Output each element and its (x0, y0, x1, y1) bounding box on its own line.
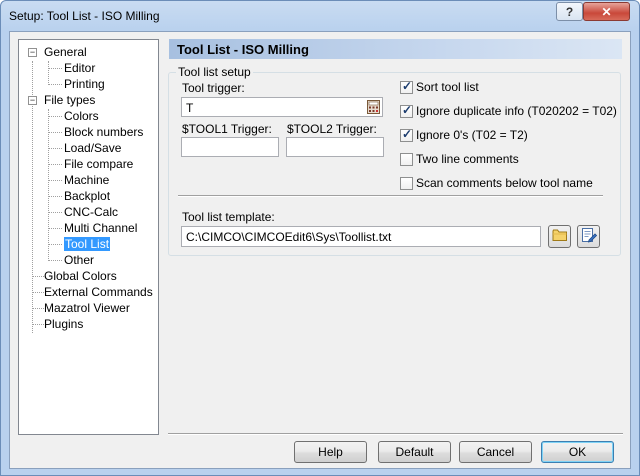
tree-item-backplot[interactable]: Backplot (64, 189, 110, 204)
two-line-comments-label[interactable]: Two line comments (416, 152, 519, 166)
tree-item-global-colors[interactable]: Global Colors (44, 269, 117, 284)
calculator-icon[interactable] (367, 100, 380, 114)
default-button[interactable]: Default (378, 441, 451, 463)
tree-item-machine[interactable]: Machine (64, 173, 109, 188)
window-title: Setup: Tool List - ISO Milling (9, 9, 160, 23)
edit-template-button[interactable] (577, 225, 600, 248)
two-line-comments-checkbox[interactable] (400, 153, 413, 166)
tree-line (48, 116, 62, 117)
template-path-input[interactable]: C:\CIMCO\CIMCOEdit6\Sys\Toollist.txt (181, 226, 541, 247)
ignore-duplicate-checkbox[interactable] (400, 103, 413, 118)
tree-item-cnc-calc[interactable]: CNC-Calc (64, 205, 118, 220)
ok-button[interactable]: OK (541, 441, 614, 463)
collapse-general-icon[interactable]: − (28, 48, 37, 57)
title-bar[interactable]: Setup: Tool List - ISO Milling ? ✕ (1, 1, 639, 31)
sort-tool-list-label[interactable]: Sort tool list (416, 80, 479, 94)
tree-line (48, 244, 62, 245)
tree-line (48, 228, 62, 229)
tree-line (48, 180, 62, 181)
scan-comments-label[interactable]: Scan comments below tool name (416, 176, 593, 190)
tree-item-file-compare[interactable]: File compare (64, 157, 133, 172)
tool-trigger-label: Tool trigger: (182, 81, 245, 95)
template-label: Tool list template: (182, 210, 275, 224)
dialog-client: − − General Editor Printing File types C… (9, 31, 631, 469)
group-label: Tool list setup (176, 65, 253, 79)
help-button[interactable]: Help (294, 441, 367, 463)
close-button[interactable]: ✕ (583, 2, 630, 21)
tree-item-plugins[interactable]: Plugins (44, 317, 83, 332)
tree-line (48, 212, 62, 213)
page-title: Tool List - ISO Milling (177, 42, 309, 57)
tree-item-block-numbers[interactable]: Block numbers (64, 125, 143, 140)
button-separator (168, 433, 623, 435)
tree-line (48, 196, 62, 197)
tool2-trigger-input[interactable] (286, 137, 384, 157)
tree-line (48, 260, 62, 261)
cancel-button[interactable]: Cancel (459, 441, 532, 463)
tree-item-multi-channel[interactable]: Multi Channel (64, 221, 137, 236)
edit-document-icon (581, 227, 597, 246)
settings-tree[interactable]: − − General Editor Printing File types C… (18, 39, 159, 435)
tree-item-printing[interactable]: Printing (64, 77, 105, 92)
tool2-trigger-label: $TOOL2 Trigger: (287, 122, 377, 136)
help-title-button[interactable]: ? (556, 2, 583, 21)
tree-item-tool-list[interactable]: Tool List (64, 237, 111, 252)
tree-line (48, 61, 49, 83)
collapse-file-types-icon[interactable]: − (28, 96, 37, 105)
tree-item-editor[interactable]: Editor (64, 61, 95, 76)
folder-icon (552, 228, 568, 245)
scan-comments-checkbox[interactable] (400, 177, 413, 190)
tree-line (48, 148, 62, 149)
tool1-trigger-label: $TOOL1 Trigger: (182, 122, 272, 136)
dialog-window: Setup: Tool List - ISO Milling ? ✕ − − G… (0, 0, 640, 476)
tree-item-load-save[interactable]: Load/Save (64, 141, 121, 156)
tool1-trigger-input[interactable] (181, 137, 279, 157)
tree-item-external-commands[interactable]: External Commands (44, 285, 153, 300)
page-header: Tool List - ISO Milling (169, 39, 622, 59)
ignore-zeros-label[interactable]: Ignore 0's (T02 = T2) (416, 128, 528, 142)
tree-item-colors[interactable]: Colors (64, 109, 99, 124)
tree-line (48, 84, 62, 85)
tree-line (48, 132, 62, 133)
tree-item-other[interactable]: Other (64, 253, 94, 268)
tree-item-file-types[interactable]: File types (44, 93, 95, 108)
tree-line (48, 164, 62, 165)
ignore-duplicate-label[interactable]: Ignore duplicate info (T020202 = T02) (416, 104, 617, 118)
tree-line (48, 68, 62, 69)
tree-item-mazatrol-viewer[interactable]: Mazatrol Viewer (44, 301, 130, 316)
tool-trigger-input[interactable]: T (181, 97, 383, 117)
tree-item-general[interactable]: General (44, 45, 87, 60)
group-separator (178, 195, 603, 197)
sort-tool-list-checkbox[interactable] (400, 79, 413, 94)
browse-template-button[interactable] (548, 225, 571, 248)
ignore-zeros-checkbox[interactable] (400, 127, 413, 142)
